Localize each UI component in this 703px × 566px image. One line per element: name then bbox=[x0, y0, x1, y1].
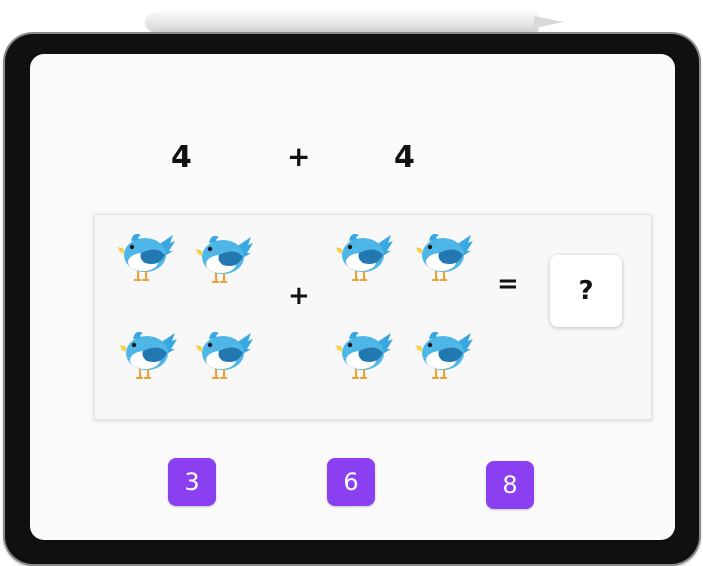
visual-plus-sign: + bbox=[288, 281, 310, 311]
choice-button-3[interactable]: 3 bbox=[168, 458, 216, 506]
visual-equals-sign: = bbox=[497, 269, 519, 299]
bird-icon bbox=[115, 227, 175, 283]
bird-icon bbox=[193, 325, 253, 381]
bird-icon bbox=[413, 325, 473, 381]
pencil-body bbox=[146, 13, 538, 31]
apple-pencil bbox=[146, 11, 566, 33]
bird-icon bbox=[333, 325, 393, 381]
pencil-tip bbox=[534, 16, 564, 28]
equation-right-number: 4 bbox=[394, 140, 415, 175]
tablet-frame: 4 + 4 + = ? 3 6 8 bbox=[5, 34, 699, 564]
bird-icon bbox=[117, 325, 177, 381]
choice-button-6[interactable]: 6 bbox=[327, 458, 375, 506]
bird-icon bbox=[413, 227, 473, 283]
tablet-screen: 4 + 4 + = ? 3 6 8 bbox=[30, 54, 675, 540]
choice-button-8[interactable]: 8 bbox=[486, 461, 534, 509]
bird-icon bbox=[193, 229, 253, 285]
visual-equation-panel: + = ? bbox=[94, 214, 652, 420]
equation-operator: + bbox=[287, 140, 311, 173]
bird-icon bbox=[333, 227, 393, 283]
equation-left-number: 4 bbox=[171, 140, 192, 175]
answer-box[interactable]: ? bbox=[550, 255, 622, 327]
